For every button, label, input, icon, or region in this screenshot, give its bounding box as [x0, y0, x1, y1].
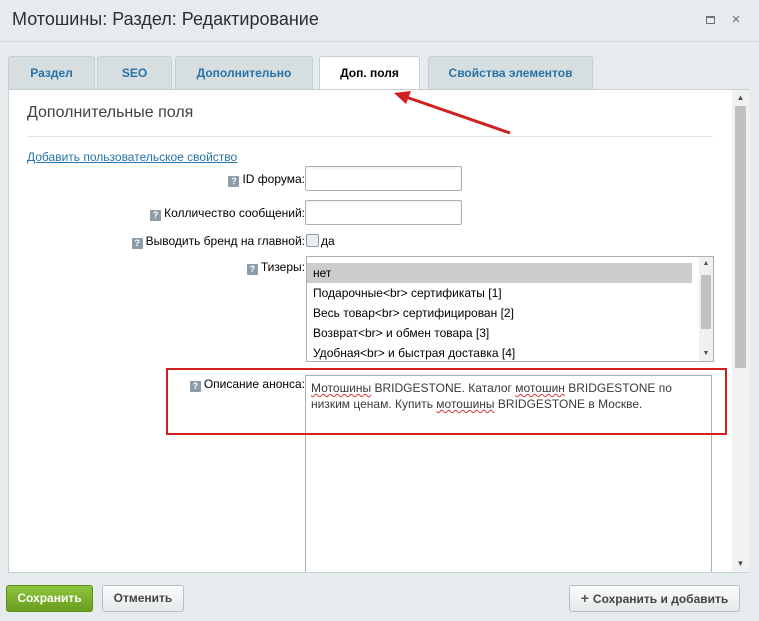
- announce-textarea[interactable]: Мотошины BRIDGESTONE. Каталог мотошин BR…: [305, 375, 712, 572]
- save-and-add-button[interactable]: + Сохранить и добавить: [569, 585, 740, 612]
- cancel-button[interactable]: Отменить: [102, 585, 184, 612]
- tab-bar: Раздел SEO Дополнительно Доп. поля Свойс…: [0, 56, 759, 90]
- teasers-listbox[interactable]: нет Подарочные<br> сертификаты [1] Весь …: [306, 256, 714, 362]
- section-divider: [27, 136, 713, 137]
- section-title: Дополнительные поля: [27, 104, 194, 121]
- misspelled-word: мотошины: [436, 397, 495, 411]
- help-icon[interactable]: ?: [246, 264, 258, 275]
- help-icon[interactable]: ?: [228, 176, 240, 187]
- panel-scroll-thumb[interactable]: [735, 106, 746, 368]
- scroll-up-icon[interactable]: ▲: [732, 90, 749, 106]
- scroll-up-icon[interactable]: ▲: [699, 257, 713, 271]
- listbox-scrollbar[interactable]: ▲ ▼: [699, 257, 713, 361]
- tab-seo[interactable]: SEO: [97, 56, 172, 89]
- tab-element-properties[interactable]: Свойства элементов: [428, 56, 593, 89]
- panel-scrollbar[interactable]: ▲ ▼: [732, 90, 749, 572]
- scroll-down-icon[interactable]: ▼: [732, 556, 749, 572]
- list-item[interactable]: нет: [307, 263, 692, 283]
- help-icon[interactable]: ?: [189, 381, 201, 392]
- maximize-icon[interactable]: [702, 12, 718, 28]
- list-item[interactable]: Весь товар<br> сертифицирован [2]: [307, 303, 692, 323]
- list-item[interactable]: Подарочные<br> сертификаты [1]: [307, 283, 692, 303]
- brand-on-main-checkbox-label[interactable]: да: [321, 234, 335, 248]
- messages-count-label: ? Колличество сообщений:: [150, 206, 305, 221]
- help-icon[interactable]: ?: [150, 210, 162, 221]
- list-item[interactable]: Удобная<br> и быстрая доставка [4]: [307, 343, 692, 361]
- tab-section[interactable]: Раздел: [8, 56, 95, 89]
- forum-id-input[interactable]: [305, 166, 462, 191]
- window-titlebar: Мотошины: Раздел: Редактирование ×: [0, 0, 759, 42]
- listbox-scroll-thumb[interactable]: [701, 275, 711, 329]
- misspelled-word: мотошин: [515, 381, 565, 395]
- scroll-down-icon[interactable]: ▼: [699, 347, 713, 361]
- content-panel: Дополнительные поля Добавить пользовател…: [8, 89, 749, 573]
- messages-count-input[interactable]: [305, 200, 462, 225]
- footer-bar: Сохранить Отменить + Сохранить и добавить: [0, 573, 759, 621]
- misspelled-word: Мотошины: [311, 381, 372, 395]
- announce-label: ? Описание анонса:: [189, 377, 305, 392]
- add-custom-property-link[interactable]: Добавить пользовательское свойство: [27, 150, 237, 164]
- tab-additional[interactable]: Дополнительно: [175, 56, 313, 89]
- help-icon[interactable]: ?: [131, 238, 143, 249]
- plus-icon: +: [580, 590, 589, 606]
- forum-id-label: ? ID форума:: [228, 172, 305, 187]
- brand-on-main-label: ? Выводить бренд на главной:: [131, 234, 305, 249]
- brand-on-main-checkbox[interactable]: [306, 234, 319, 247]
- save-button[interactable]: Сохранить: [6, 585, 93, 612]
- teasers-label: ? Тизеры:: [246, 260, 305, 275]
- window-title: Мотошины: Раздел: Редактирование: [12, 9, 319, 29]
- tab-extra-fields[interactable]: Доп. поля: [319, 56, 420, 90]
- close-icon[interactable]: ×: [728, 12, 744, 28]
- list-item[interactable]: Возврат<br> и обмен товара [3]: [307, 323, 692, 343]
